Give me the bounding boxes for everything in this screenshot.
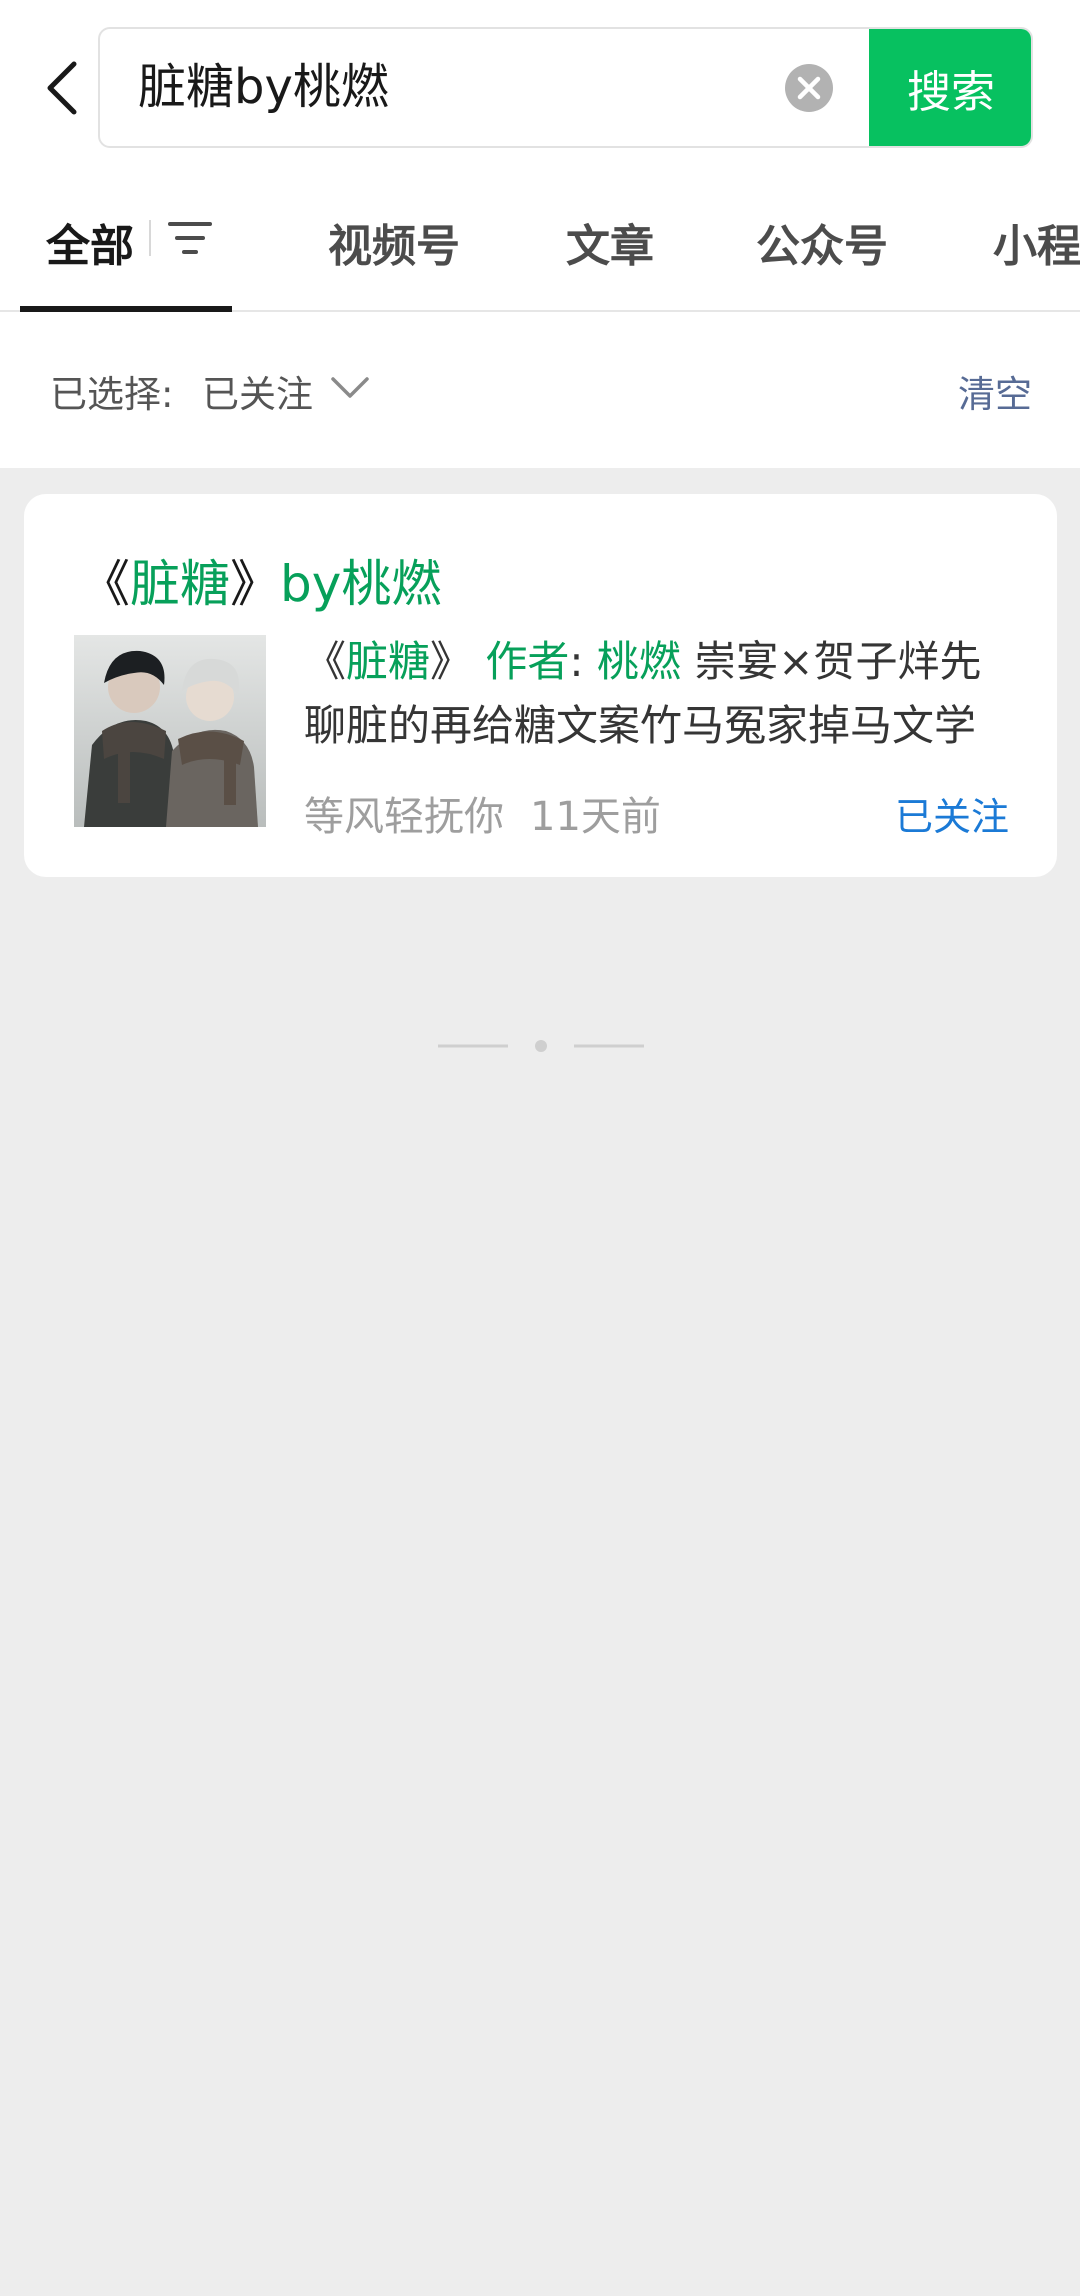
followed-badge: 已关注 bbox=[894, 795, 1009, 839]
tab-all[interactable]: 全部 bbox=[46, 210, 134, 274]
title-highlight: 脏糖 bbox=[130, 555, 230, 613]
active-tab-indicator bbox=[20, 306, 232, 312]
filter-label: 已选择: bbox=[50, 373, 174, 416]
result-description[interactable]: 《脏糖》 作者: 桃燃 崇宴×贺子烊先聊脏的再给糖文案竹马冤家掉马文学 bbox=[304, 630, 1014, 758]
title-text: 》 bbox=[230, 555, 280, 613]
filter-icon[interactable] bbox=[168, 220, 212, 256]
title-highlight: by桃燃 bbox=[280, 555, 442, 613]
filter-row: 已选择: 已关注 清空 bbox=[0, 314, 1080, 468]
end-of-results-indicator bbox=[438, 1040, 644, 1052]
back-arrow-icon bbox=[47, 61, 77, 115]
tab-mini-programs[interactable]: 小程 bbox=[993, 210, 1080, 274]
back-button[interactable] bbox=[30, 52, 92, 124]
tab-articles[interactable]: 文章 bbox=[566, 210, 654, 274]
tab-divider bbox=[149, 220, 151, 256]
description-highlight: 脏糖 bbox=[346, 637, 431, 686]
description-highlight: 作者 bbox=[485, 637, 570, 686]
source-name[interactable]: 等风轻抚你 bbox=[304, 794, 504, 840]
tab-official-accounts[interactable]: 公众号 bbox=[756, 210, 888, 274]
search-button[interactable]: 搜索 bbox=[869, 29, 1031, 146]
clear-search-button[interactable] bbox=[784, 63, 834, 113]
result-title[interactable]: 《脏糖》by桃燃 bbox=[80, 544, 441, 616]
result-meta: 等风轻抚你 11天前 bbox=[304, 784, 661, 842]
description-text: 》 bbox=[430, 637, 486, 686]
chevron-down-icon[interactable] bbox=[330, 376, 370, 400]
result-thumbnail[interactable] bbox=[74, 635, 266, 827]
result-card[interactable]: 《脏糖》by桃燃 《脏糖》 作者: 桃燃 崇宴×贺子烊先聊脏的再给糖文案竹马冤家… bbox=[24, 494, 1057, 877]
description-text: 《 bbox=[304, 637, 347, 686]
search-input[interactable]: 脏糖by桃燃 搜索 bbox=[98, 27, 1033, 148]
description-text: : bbox=[569, 637, 597, 686]
filter-value-dropdown[interactable]: 已关注 bbox=[202, 364, 313, 418]
publish-time: 11天前 bbox=[530, 794, 661, 840]
tab-channels[interactable]: 视频号 bbox=[328, 210, 460, 274]
header-panel: 脏糖by桃燃 搜索 全部 视频号 文章 公众号 小程 已选择: 已关注 清空 bbox=[0, 0, 1080, 468]
clear-filter-button[interactable]: 清空 bbox=[958, 364, 1032, 418]
search-query[interactable]: 脏糖by桃燃 bbox=[138, 29, 389, 146]
clear-circle-icon bbox=[785, 64, 833, 112]
tab-bar: 全部 视频号 文章 公众号 小程 bbox=[0, 180, 1080, 312]
illustration-image bbox=[74, 635, 266, 827]
description-highlight: 桃燃 bbox=[596, 637, 681, 686]
title-text: 《 bbox=[80, 555, 130, 613]
